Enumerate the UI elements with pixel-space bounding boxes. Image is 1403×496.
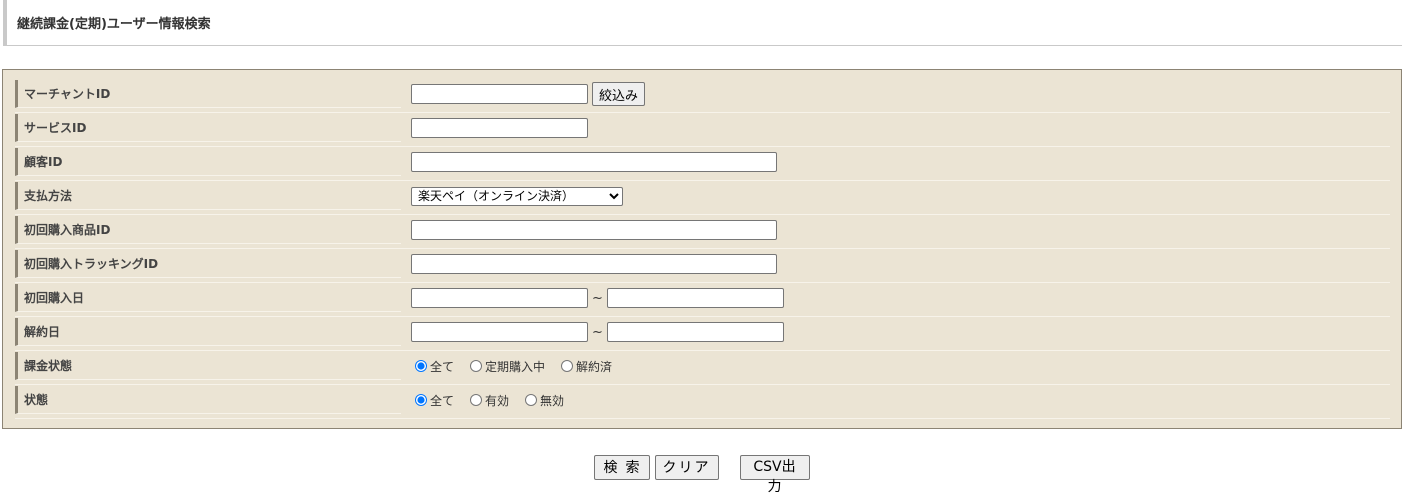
first-tracking-id-input[interactable] xyxy=(411,254,777,274)
status-option-valid[interactable]: 有効 xyxy=(470,392,509,409)
customer-id-label: 顧客ID xyxy=(15,148,401,176)
billing-status-option-cancelled[interactable]: 解約済 xyxy=(561,358,612,375)
row-service-id: サービスID xyxy=(15,114,1390,147)
status-radio-invalid[interactable] xyxy=(525,394,538,406)
first-product-id-label: 初回購入商品ID xyxy=(15,216,401,244)
radio-label: 全て xyxy=(430,393,455,408)
first-purchase-date-from-input[interactable] xyxy=(411,288,588,308)
billing-status-label: 課金状態 xyxy=(15,352,401,380)
first-tracking-id-label: 初回購入トラッキングID xyxy=(15,250,401,278)
payment-method-label: 支払方法 xyxy=(15,182,401,210)
row-status: 状態 全て 有効 無効 xyxy=(15,386,1390,419)
billing-status-radio-group: 全て 定期購入中 解約済 xyxy=(411,352,628,380)
service-id-label: サービスID xyxy=(15,114,401,142)
page-header: 継続課金(定期)ユーザー情報検索 xyxy=(3,0,1402,46)
status-option-invalid[interactable]: 無効 xyxy=(525,392,564,409)
row-first-tracking-id: 初回購入トラッキングID xyxy=(15,250,1390,283)
radio-label: 全て xyxy=(430,359,455,374)
date-range-separator: ~ xyxy=(592,324,603,340)
status-radio-all[interactable] xyxy=(415,394,427,406)
page-title: 継続課金(定期)ユーザー情報検索 xyxy=(17,17,211,32)
first-purchase-date-to-input[interactable] xyxy=(606,288,784,308)
status-option-all[interactable]: 全て xyxy=(415,392,454,409)
csv-export-button[interactable]: CSV出力 xyxy=(739,454,810,495)
payment-method-select[interactable]: 楽天ペイ（オンライン決済） xyxy=(411,186,623,206)
radio-label: 解約済 xyxy=(576,359,613,374)
billing-status-radio-cancelled[interactable] xyxy=(561,360,574,372)
status-radio-group: 全て 有効 無効 xyxy=(411,386,580,414)
billing-status-radio-active[interactable] xyxy=(470,360,483,372)
cancel-date-to-input[interactable] xyxy=(606,322,784,342)
service-id-input[interactable] xyxy=(411,118,588,138)
radio-label: 有効 xyxy=(485,393,510,408)
billing-status-option-all[interactable]: 全て xyxy=(415,358,454,375)
billing-status-radio-all[interactable] xyxy=(415,360,427,372)
cancel-date-from-input[interactable] xyxy=(411,322,588,342)
search-button[interactable]: 検索 xyxy=(593,454,650,480)
radio-label: 無効 xyxy=(540,393,565,408)
date-range-separator: ~ xyxy=(592,290,603,306)
merchant-id-input[interactable] xyxy=(411,84,588,104)
status-label: 状態 xyxy=(15,386,401,414)
row-cancel-date: 解約日 ~ xyxy=(15,318,1390,351)
customer-id-input[interactable] xyxy=(411,152,777,172)
cancel-date-label: 解約日 xyxy=(15,318,401,346)
first-product-id-input[interactable] xyxy=(411,220,777,240)
row-first-purchase-date: 初回購入日 ~ xyxy=(15,284,1390,317)
filter-button[interactable]: 絞込み xyxy=(592,82,646,106)
row-merchant-id: マーチャントID 絞込み xyxy=(15,80,1390,113)
radio-label: 定期購入中 xyxy=(485,359,546,374)
footer-buttons: 検索 クリア CSV出力 xyxy=(0,454,1403,495)
clear-button[interactable]: クリア xyxy=(654,454,719,480)
merchant-id-label: マーチャントID xyxy=(15,80,401,108)
first-purchase-date-label: 初回購入日 xyxy=(15,284,401,312)
row-customer-id: 顧客ID xyxy=(15,148,1390,181)
status-radio-valid[interactable] xyxy=(470,394,483,406)
row-payment-method: 支払方法 楽天ペイ（オンライン決済） xyxy=(15,182,1390,215)
row-first-product-id: 初回購入商品ID xyxy=(15,216,1390,249)
row-billing-status: 課金状態 全て 定期購入中 解約済 xyxy=(15,352,1390,385)
search-panel: マーチャントID 絞込み サービスID 顧客ID 支払方法 楽天ペイ（オンライン… xyxy=(2,69,1402,429)
billing-status-option-active[interactable]: 定期購入中 xyxy=(470,358,545,375)
